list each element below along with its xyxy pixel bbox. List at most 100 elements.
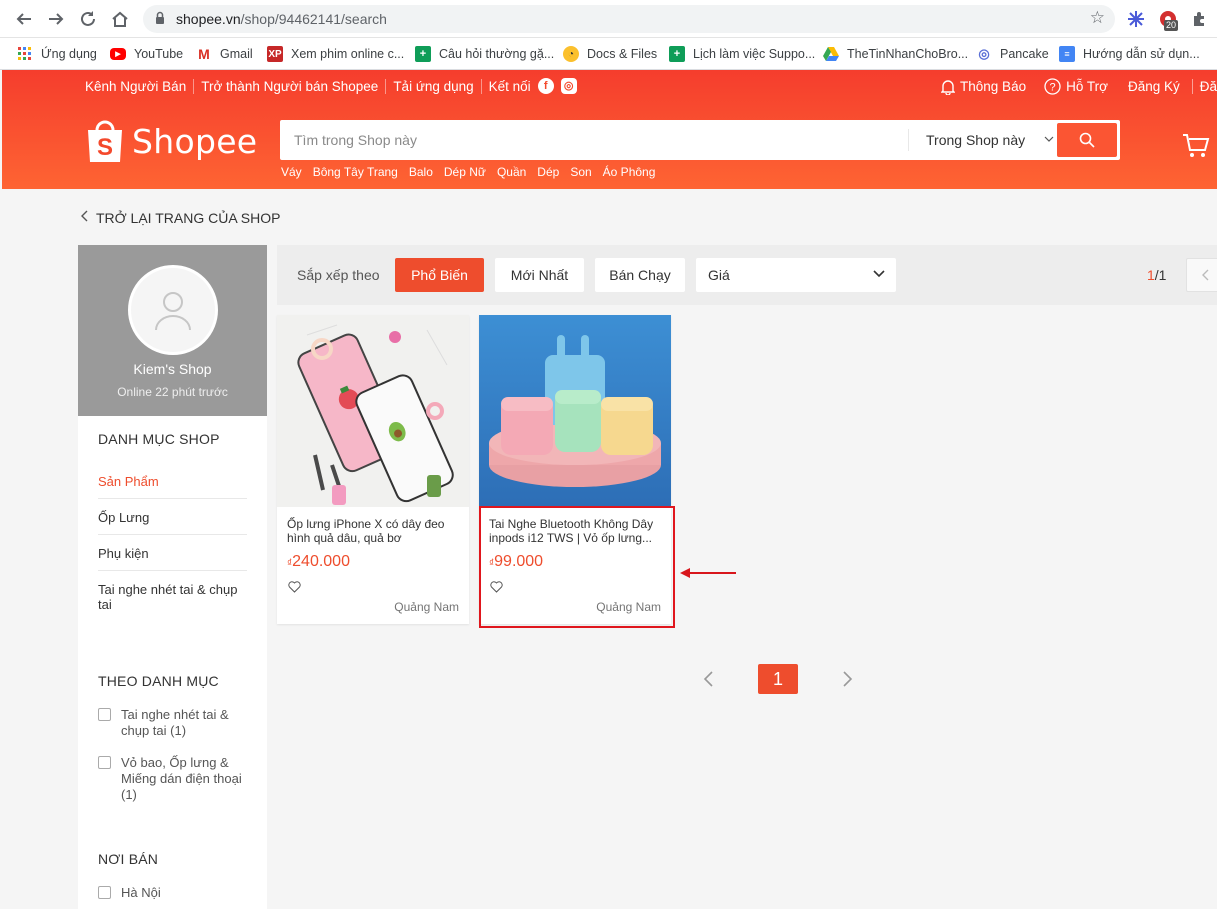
bookmarks-bar: Ứng dụng ▶ YouTube M Gmail XP Xem phim o… (0, 38, 1217, 70)
search-keywords: Váy Bông Tây Trang Balo Dép Nữ Quần Dép … (281, 165, 666, 179)
url-text: shopee.vn/shop/94462141/search (176, 11, 387, 27)
mini-page-total: /1 (1154, 267, 1167, 283)
xp-icon: XP (267, 46, 283, 62)
google-docs-icon: ≡ (1059, 46, 1075, 62)
notifications-link[interactable]: Thông Báo (941, 79, 1026, 95)
extension-snowflake-icon[interactable] (1126, 9, 1146, 29)
extension-badge-icon[interactable]: 20 (1158, 9, 1179, 31)
filter-tai-nghe[interactable]: Tai nghe nhét tai & chụp tai (1) (98, 707, 248, 739)
reload-icon[interactable] (77, 8, 99, 30)
keyword-link[interactable]: Áo Phông (603, 165, 656, 179)
extensions-puzzle-icon[interactable] (1190, 9, 1210, 29)
keyword-link[interactable]: Dép (537, 165, 559, 179)
filter-label: Vỏ bao, Ốp lưng & Miếng dán điện thoại (… (121, 755, 242, 802)
keyword-link[interactable]: Son (570, 165, 591, 179)
chevron-left-icon (80, 209, 90, 227)
login-link[interactable]: Đă (1191, 79, 1217, 94)
support-link[interactable]: ? Hỗ Trợ (1044, 78, 1108, 95)
page-number-button[interactable]: 1 (758, 664, 798, 694)
checkbox[interactable] (98, 886, 111, 899)
sort-bar: Sắp xếp theo Phổ Biến Mới Nhất Bán Chạy … (277, 245, 1217, 305)
keyword-link[interactable]: Váy (281, 165, 302, 179)
connect-label: Kết nối (488, 78, 531, 94)
mini-prev-page-button[interactable] (1186, 258, 1217, 292)
category-phu-kien[interactable]: Phụ kiện (98, 537, 247, 571)
next-page-icon[interactable] (842, 671, 854, 687)
shopee-logo[interactable]: S Shopee (86, 118, 257, 164)
keyword-link[interactable]: Quần (497, 165, 526, 179)
svg-text:?: ? (1050, 82, 1056, 94)
bookmark-thetinnhan[interactable]: TheTinNhanChoBro... (823, 43, 968, 65)
product-location: Quảng Nam (394, 600, 459, 614)
bookmark-cau-hoi[interactable]: + Câu hỏi thường gặ... (415, 43, 554, 65)
sort-best-selling-button[interactable]: Bán Chạy (595, 258, 685, 292)
cart-button[interactable] (1182, 132, 1210, 163)
checkbox[interactable] (98, 708, 111, 721)
heart-icon[interactable] (288, 581, 301, 593)
help-circle-icon: ? (1044, 78, 1061, 95)
keyword-link[interactable]: Balo (409, 165, 433, 179)
category-op-lung[interactable]: Ốp Lưng (98, 501, 247, 535)
gmail-icon: M (198, 46, 210, 62)
category-san-pham[interactable]: Sản Phẩm (98, 465, 247, 499)
checkbox[interactable] (98, 756, 111, 769)
product-image-phone-case[interactable] (277, 315, 469, 507)
bookmark-apps[interactable]: Ứng dụng (17, 43, 97, 65)
filter-label: Hà Nội (121, 885, 161, 900)
bookmark-xem-phim[interactable]: XP Xem phim online c... (267, 43, 404, 65)
download-app-link[interactable]: Tải ứng dụng (386, 78, 482, 94)
bookmark-docs-files[interactable]: ◔ Docs & Files (563, 43, 657, 65)
forward-arrow-icon[interactable] (45, 8, 67, 30)
notifications-label: Thông Báo (960, 79, 1027, 94)
chevron-left-icon (1202, 269, 1209, 281)
avatar[interactable] (128, 265, 218, 355)
bell-icon (941, 79, 956, 95)
bookmark-lich-lam-viec[interactable]: + Lịch làm việc Suppo... (669, 43, 815, 65)
product-name[interactable]: Ốp lưng iPhone X có dây đeo hình quả dâu… (287, 517, 461, 545)
pancake-icon: ◎ (978, 46, 990, 61)
bookmark-pancake[interactable]: ◎ Pancake (976, 43, 1048, 65)
shop-categories-title: DANH MỤC SHOP (98, 431, 220, 447)
search-scope-label: Trong Shop này (926, 132, 1026, 148)
apps-grid-icon (17, 46, 33, 62)
seller-center-link[interactable]: Kênh Người Bán (85, 78, 195, 94)
sort-price-select[interactable]: Giá (696, 258, 896, 292)
chevron-down-icon (1044, 133, 1054, 147)
become-seller-link[interactable]: Trở thành Người bán Shopee (194, 78, 387, 94)
shop-profile: Kiem's Shop Online 22 phút trước (78, 245, 267, 416)
sort-newest-button[interactable]: Mới Nhất (495, 258, 584, 292)
search-input[interactable] (280, 120, 908, 160)
keyword-link[interactable]: Dép Nữ (444, 165, 486, 179)
back-to-shop-link[interactable]: TRỞ LẠI TRANG CỦA SHOP (80, 209, 280, 227)
product-image-earbuds[interactable] (479, 315, 671, 507)
price-value: 240.000 (292, 553, 350, 570)
search-bar: Trong Shop này (280, 120, 1120, 160)
sort-popular-button[interactable]: Phổ Biến (395, 258, 484, 292)
user-placeholder-icon (155, 292, 191, 331)
category-tai-nghe[interactable]: Tai nghe nhét tai & chụp tai (98, 573, 247, 621)
search-button[interactable] (1057, 123, 1117, 157)
price-select-label: Giá (708, 267, 730, 283)
shop-name: Kiem's Shop (133, 361, 212, 377)
shopping-cart-icon (1183, 134, 1210, 157)
bookmark-huong-dan[interactable]: ≡ Hướng dẫn sử dụn... (1059, 43, 1200, 65)
sheets-icon: + (669, 46, 685, 62)
connect-group: Kết nối f ◎ (482, 78, 584, 94)
home-icon[interactable] (109, 8, 131, 30)
bookmark-star-icon[interactable]: ☆ (1090, 8, 1105, 28)
prev-page-icon[interactable] (702, 671, 714, 687)
docs-files-icon: ◔ (563, 46, 579, 62)
facebook-icon[interactable]: f (537, 78, 554, 94)
keyword-link[interactable]: Bông Tây Trang (313, 165, 398, 179)
address-bar[interactable]: shopee.vn/shop/94462141/search ☆ (143, 5, 1115, 33)
product-card[interactable]: Ốp lưng iPhone X có dây đeo hình quả dâu… (277, 315, 469, 624)
sheets-icon: + (415, 46, 431, 62)
instagram-icon[interactable]: ◎ (560, 78, 577, 94)
bookmark-gmail[interactable]: M Gmail (196, 43, 253, 65)
search-scope-dropdown[interactable]: Trong Shop này (908, 129, 1058, 151)
back-arrow-icon[interactable] (13, 8, 35, 30)
bookmark-youtube[interactable]: ▶ YouTube (110, 43, 183, 65)
register-link[interactable]: Đăng Ký (1128, 79, 1180, 94)
filter-vo-bao[interactable]: Vỏ bao, Ốp lưng & Miếng dán điện thoại (… (98, 755, 248, 803)
filter-ha-noi[interactable]: Hà Nội (98, 885, 248, 901)
